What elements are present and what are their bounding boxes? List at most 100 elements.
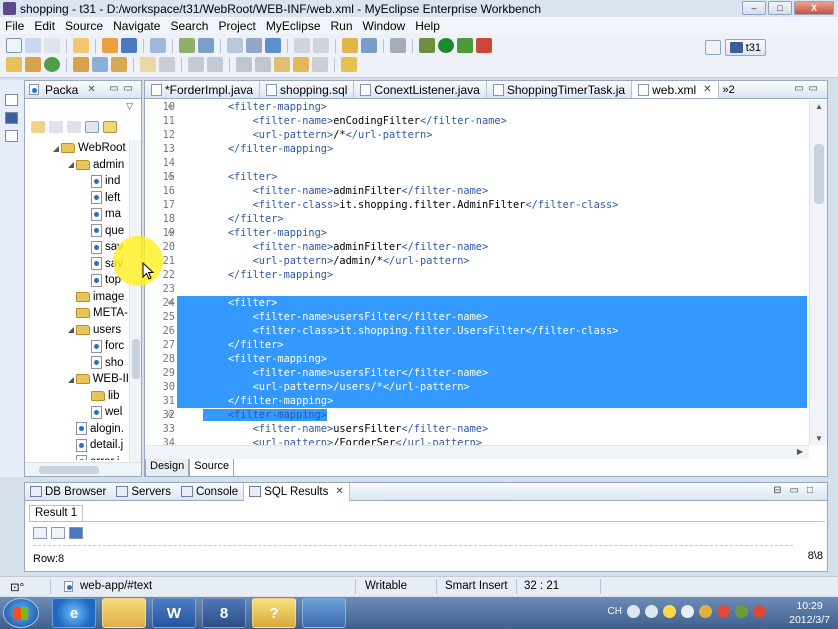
perspective-button[interactable]: t31 (724, 39, 766, 56)
network-tray-icon[interactable] (735, 605, 748, 618)
menu-edit[interactable]: Edit (29, 19, 60, 33)
code-line[interactable]: 31 </filter-mapping> (145, 394, 807, 408)
code-line[interactable]: 22 </filter-mapping> (145, 268, 807, 282)
design-tab[interactable]: Design (145, 459, 190, 477)
scroll-thumb[interactable] (39, 466, 99, 474)
palette-icon[interactable] (111, 57, 127, 72)
close-icon[interactable]: ✕ (87, 84, 95, 95)
open-type-icon[interactable] (227, 38, 243, 53)
folder-icon[interactable] (6, 57, 22, 72)
annotation-icon[interactable] (140, 57, 156, 72)
code-line[interactable]: 29 <filter-name>usersFilter</filter-name… (145, 366, 807, 380)
scroll-thumb[interactable] (814, 144, 824, 204)
clock[interactable]: 10:29 2012/3/7 (789, 599, 830, 627)
up-icon[interactable] (67, 121, 81, 133)
volume-tray-icon[interactable] (753, 605, 766, 618)
back-arrow-icon[interactable] (31, 121, 45, 133)
code-line[interactable]: 14 (145, 156, 807, 170)
new-icon[interactable] (6, 38, 22, 53)
code-line[interactable]: 32 ⊖ <filter-mapping> (145, 408, 807, 422)
layout-icon[interactable] (207, 57, 223, 72)
table-icon[interactable] (69, 527, 83, 539)
tree-node[interactable]: ◢ users (25, 322, 129, 339)
debug-icon[interactable] (419, 38, 435, 53)
editor-horizontal-scrollbar[interactable]: ▶ (145, 445, 809, 459)
code-line[interactable]: 25 <filter-name>usersFilter</filter-name… (145, 310, 807, 324)
tree-node[interactable]: detail.j (25, 437, 129, 454)
editor-tab[interactable]: ConextListener.java (354, 81, 487, 98)
tree-node[interactable]: sho (25, 355, 129, 372)
security-tray-icon[interactable] (717, 605, 730, 618)
chevron-down-icon[interactable]: ▽ (126, 101, 133, 112)
copy-icon[interactable] (313, 38, 329, 53)
package-explorer-tab[interactable]: Packa ✕ (25, 83, 96, 97)
code-line[interactable]: 13 </filter-mapping> (145, 142, 807, 156)
tree-node[interactable]: top (25, 272, 129, 289)
code-line[interactable]: 28 <filter-mapping> (145, 352, 807, 366)
last-edit-icon[interactable] (274, 57, 290, 72)
menu-window[interactable]: Window (358, 19, 411, 33)
result-tab[interactable]: Result 1 (29, 505, 84, 521)
copy-result-icon[interactable] (51, 527, 65, 539)
file-explorer-icon[interactable] (102, 598, 146, 628)
globe-icon[interactable] (265, 38, 281, 53)
tree-node[interactable]: ma (25, 206, 129, 223)
close-icon[interactable]: ✕ (703, 84, 711, 95)
bottom-tab[interactable]: Console (176, 486, 243, 498)
tree-node[interactable]: ◢ admin (25, 157, 129, 174)
prev-annotation-icon[interactable] (255, 57, 271, 72)
tree-node[interactable]: ind (25, 173, 129, 190)
expanded-twisty-icon[interactable]: ◢ (66, 325, 76, 334)
fast-view-icon[interactable]: ⊡° (10, 580, 24, 594)
bottom-tab[interactable]: SQL Results ✕ (243, 482, 350, 501)
wizard2-icon[interactable] (198, 38, 214, 53)
code-line[interactable]: 26 <filter-class>it.shopping.filter.User… (145, 324, 807, 338)
run-config-icon[interactable] (457, 38, 473, 53)
open-perspective-icon[interactable] (704, 40, 721, 55)
editor-tab[interactable]: *ForderImpl.java (145, 81, 261, 98)
menu-source[interactable]: Source (60, 19, 108, 33)
tree-node[interactable]: image (25, 289, 129, 306)
settings-tray-icon[interactable] (663, 605, 676, 618)
tree-vertical-scrollbar[interactable] (129, 140, 141, 462)
task-icon[interactable] (159, 57, 175, 72)
bottom-view-controls[interactable]: ⊟▭□ (773, 485, 821, 496)
code-line[interactable]: 10 ⊖ <filter-mapping> (145, 100, 807, 114)
outline-view-icon[interactable] (5, 112, 18, 124)
next-annotation-icon[interactable] (236, 57, 252, 72)
source-tab[interactable]: Source (189, 459, 235, 477)
more-tabs-button[interactable]: »2 (719, 81, 739, 98)
forward-arrow-icon[interactable] (49, 121, 63, 133)
tree-node[interactable]: META- (25, 305, 129, 322)
link-editor-icon[interactable] (103, 121, 117, 133)
code-line[interactable]: 12 <url-pattern>/*</url-pattern> (145, 128, 807, 142)
code-line[interactable]: 19 ⊖ <filter-mapping> (145, 226, 807, 240)
word-icon[interactable]: W (152, 598, 196, 628)
pin-icon[interactable] (341, 57, 357, 72)
refresh-icon[interactable] (44, 57, 60, 72)
forward-icon[interactable] (312, 57, 328, 72)
tree-node[interactable]: alogin. (25, 421, 129, 438)
code-line[interactable]: 24 ⊖ <filter> (145, 296, 807, 310)
code-line[interactable]: 18 </filter> (145, 212, 807, 226)
save-icon[interactable] (25, 38, 41, 53)
new-project-icon[interactable] (73, 38, 89, 53)
expanded-twisty-icon[interactable]: ◢ (66, 160, 76, 169)
tree-node[interactable]: wel (25, 404, 129, 421)
menu-myeclipse[interactable]: MyEclipse (261, 19, 326, 33)
code-line[interactable]: 21 <url-pattern>/admin/*</url-pattern> (145, 254, 807, 268)
tree-node[interactable]: left (25, 190, 129, 207)
code-area[interactable]: 10 ⊖ <filter-mapping> 11 <filter-name>enCo… (145, 100, 807, 445)
menu-run[interactable]: Run (326, 19, 358, 33)
run-icon[interactable] (438, 38, 454, 53)
code-line[interactable]: 23 (145, 282, 807, 296)
external-tools-icon[interactable] (476, 38, 492, 53)
tree-node[interactable]: forc (25, 338, 129, 355)
help-app-icon[interactable]: ? (252, 598, 296, 628)
code-line[interactable]: 27 </filter> (145, 338, 807, 352)
tree-horizontal-scrollbar[interactable] (25, 462, 141, 476)
bottom-tab[interactable]: DB Browser (25, 486, 111, 498)
editor-tab[interactable]: shopping.sql (260, 81, 355, 98)
tree-node[interactable]: ◢ WebRoot (25, 140, 129, 157)
menu-navigate[interactable]: Navigate (108, 19, 165, 33)
